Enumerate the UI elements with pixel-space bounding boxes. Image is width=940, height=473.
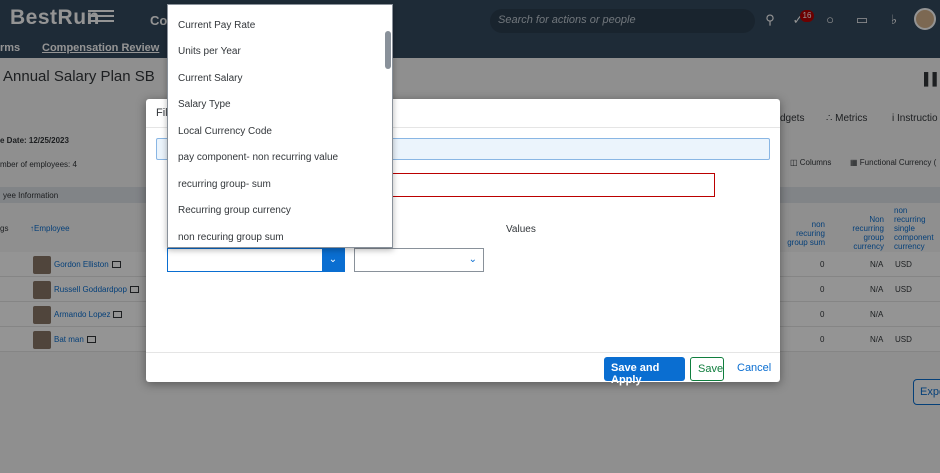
dropdown-option[interactable]: Recurring group currency bbox=[178, 205, 291, 216]
dropdown-option[interactable]: non recuring group sum bbox=[178, 232, 284, 243]
attribute-dropdown-list[interactable]: Current Pay Rate Units per Year Current … bbox=[167, 4, 393, 248]
filter-name-field[interactable] bbox=[384, 173, 715, 197]
chevron-down-icon[interactable]: ⌄ bbox=[322, 249, 344, 271]
dropdown-option[interactable]: recurring group- sum bbox=[178, 179, 271, 190]
dropdown-option[interactable]: Current Salary bbox=[178, 73, 242, 84]
dropdown-option[interactable]: Units per Year bbox=[178, 46, 241, 57]
dialog-title: Fil bbox=[156, 107, 168, 119]
values-select[interactable]: ⌄ bbox=[354, 248, 484, 272]
chevron-down-icon[interactable]: ⌄ bbox=[469, 254, 477, 265]
save-button[interactable]: Save bbox=[690, 357, 724, 381]
dropdown-option[interactable]: Current Pay Rate bbox=[178, 20, 255, 31]
save-and-apply-button[interactable]: Save and Apply bbox=[604, 357, 685, 386]
cancel-button[interactable]: Cancel bbox=[730, 357, 771, 381]
dropdown-option[interactable]: Salary Type bbox=[178, 99, 231, 110]
dropdown-option[interactable]: Local Currency Code bbox=[178, 126, 272, 137]
dialog-footer: Save and Apply Save Cancel bbox=[146, 352, 780, 386]
dropdown-option[interactable]: pay component- non recurring value bbox=[178, 152, 338, 163]
scrollbar[interactable] bbox=[385, 31, 391, 69]
attribute-select[interactable]: ⌄ bbox=[167, 248, 345, 272]
values-label: Values bbox=[506, 224, 536, 235]
